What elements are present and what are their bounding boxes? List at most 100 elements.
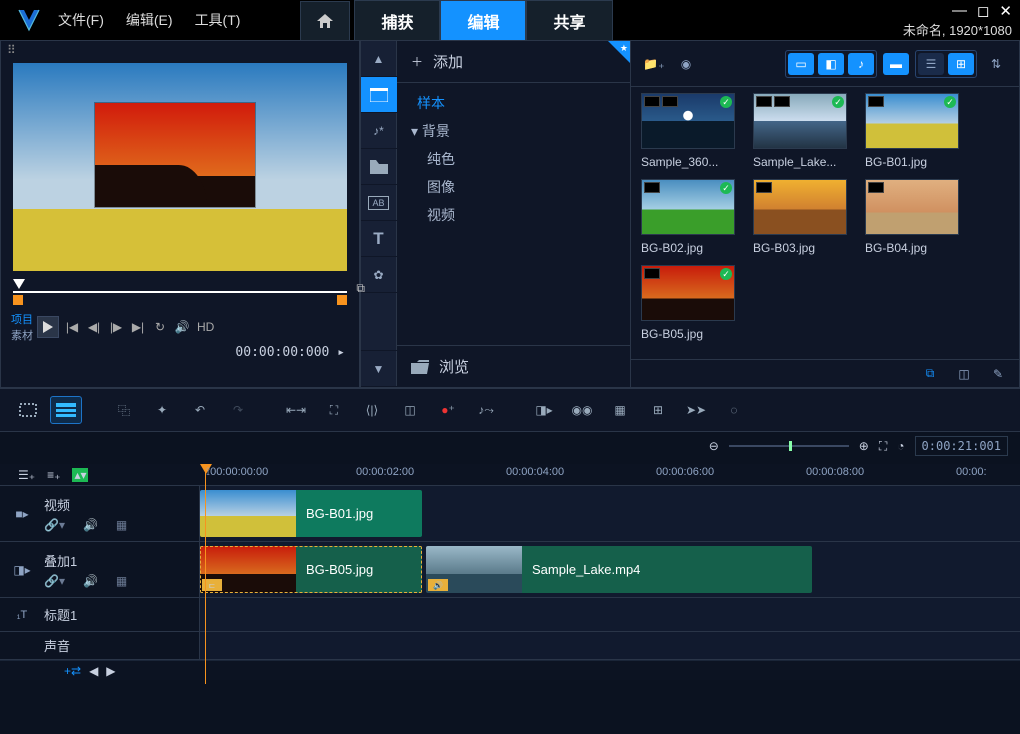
mode-clip-label[interactable]: 素材 <box>11 327 33 343</box>
scroll-up-icon[interactable]: ▲ <box>361 41 397 77</box>
preview-timecode[interactable]: 00:00:00:000 ▸ <box>1 345 359 368</box>
thumb[interactable]: ✓BG-B05.jpg <box>641 265 735 341</box>
tracking-icon[interactable]: ◌ <box>718 396 750 424</box>
tab-capture[interactable]: 捕获 <box>354 0 440 40</box>
link-icon[interactable]: 🔗▾ <box>44 518 65 532</box>
timeline-hscroll[interactable]: +⇄ ◀ ▶ <box>0 660 1020 680</box>
thumb[interactable]: ✓BG-B02.jpg <box>641 179 735 255</box>
tree-solid[interactable]: 纯色 <box>411 145 616 173</box>
zoom-in-icon[interactable]: ⊕ <box>859 439 869 453</box>
text-tab-icon[interactable]: T <box>361 221 397 257</box>
tools-icon[interactable]: ✦ <box>146 396 178 424</box>
color-icon[interactable]: ◉◉ <box>566 396 598 424</box>
crop-tool-icon[interactable]: ◫ <box>394 396 426 424</box>
dual-view-icon[interactable]: ◫ <box>951 363 977 385</box>
thumb[interactable]: BG-B04.jpg <box>865 179 959 255</box>
clip-o1[interactable]: BG-B05.jpg ⊏ <box>200 546 422 593</box>
thumb[interactable]: BG-B03.jpg <box>753 179 847 255</box>
add-track-icon[interactable]: +⇄ <box>64 664 81 678</box>
chapter-icon[interactable]: ▦ <box>604 396 636 424</box>
pan-zoom-icon[interactable]: ⛶ <box>318 396 350 424</box>
track-options-icon[interactable]: ☰₊ <box>18 468 35 482</box>
scroll-right-icon[interactable]: ▶ <box>106 664 115 678</box>
copy-attrs-icon[interactable]: ⿻ <box>108 396 140 424</box>
thumb[interactable]: ✓Sample_360... <box>641 93 735 169</box>
tree-image[interactable]: 图像 <box>411 173 616 201</box>
link-icon[interactable]: 🔗▾ <box>44 574 65 588</box>
duration-icon[interactable]: ◔ <box>897 439 904 453</box>
storyboard-toggle-icon[interactable]: ⧉ <box>917 363 943 385</box>
quality-label[interactable]: HD <box>197 320 214 334</box>
maximize-icon[interactable]: ◻ <box>977 2 989 20</box>
speed-icon[interactable]: ➤➤ <box>680 396 712 424</box>
close-icon[interactable]: ✕ <box>999 2 1012 20</box>
zoom-out-icon[interactable]: ⊖ <box>709 439 719 453</box>
marker-add-icon[interactable]: ▴▾ <box>72 468 88 482</box>
timeline-view-icon[interactable] <box>50 396 82 424</box>
filter-video-icon[interactable]: ▭ <box>788 53 814 75</box>
titles-tab-icon[interactable]: AB <box>361 185 397 221</box>
view-list-icon[interactable]: ☰ <box>918 53 944 75</box>
menu-file[interactable]: 文件(F) <box>58 10 104 30</box>
fit-icon[interactable]: ⇤⇥ <box>280 396 312 424</box>
menu-tools[interactable]: 工具(T) <box>195 10 241 30</box>
play-button[interactable] <box>37 316 59 338</box>
minimize-icon[interactable]: — <box>952 2 967 20</box>
step-fwd-button[interactable]: |▶ <box>107 320 125 334</box>
mute-icon[interactable]: 🔊 <box>83 518 98 532</box>
panel-grip-icon[interactable]: ⠿ <box>1 41 359 59</box>
undo-icon[interactable]: ↶ <box>184 396 216 424</box>
track-expand-icon[interactable]: ≡₊ <box>47 468 60 482</box>
loop-button[interactable]: ↻ <box>151 320 169 334</box>
fx-icon[interactable]: ▦ <box>116 574 127 588</box>
subtitle-icon[interactable]: ⊞ <box>642 396 674 424</box>
tree-background[interactable]: ▾ 背景 <box>411 117 616 145</box>
audio-ducking-icon[interactable]: ♪⤳ <box>470 396 502 424</box>
edit-options-icon[interactable]: ✎ <box>985 363 1011 385</box>
effects-tab-icon[interactable]: ✿ <box>361 257 397 293</box>
mode-project-label[interactable]: 项目 <box>11 311 33 327</box>
capture-icon[interactable]: ◉ <box>673 53 699 75</box>
thumb[interactable]: ✓BG-B01.jpg <box>865 93 959 169</box>
add-media-button[interactable]: ＋ 添加 <box>397 41 630 83</box>
video-track-icon[interactable]: ■▸ <box>0 507 44 521</box>
preview-scrubber[interactable]: ⧉ <box>13 281 347 297</box>
fit-window-icon[interactable]: ⛶ <box>879 439 887 454</box>
motion-icon[interactable]: ◨▸ <box>528 396 560 424</box>
sort-icon[interactable]: ⇅ <box>983 53 1009 75</box>
scroll-left-icon[interactable]: ◀ <box>89 664 98 678</box>
home-button[interactable] <box>300 1 350 40</box>
tab-edit[interactable]: 编辑 <box>440 0 526 40</box>
tree-sample[interactable]: 样本 <box>411 89 616 117</box>
filter-all-icon[interactable]: ▬ <box>883 53 909 75</box>
redo-icon[interactable]: ↷ <box>222 396 254 424</box>
zoom-slider[interactable] <box>729 445 849 447</box>
split-icon[interactable]: ⟨|⟩ <box>356 396 388 424</box>
transitions-tab-icon[interactable] <box>361 149 397 185</box>
scroll-down-icon[interactable]: ▼ <box>361 351 397 387</box>
go-end-button[interactable]: ▶| <box>129 320 147 334</box>
import-folder-icon[interactable]: 📁₊ <box>641 53 667 75</box>
thumb[interactable]: ✓Sample_Lake... <box>753 93 847 169</box>
tab-share[interactable]: 共享 <box>526 0 612 40</box>
go-start-button[interactable]: |◀ <box>63 320 81 334</box>
mute-icon[interactable]: 🔊 <box>83 574 98 588</box>
preview-canvas[interactable] <box>13 63 347 271</box>
project-duration[interactable]: 0:00:21:001 <box>915 436 1008 456</box>
volume-button[interactable]: 🔊 <box>173 320 191 334</box>
fx-icon[interactable]: ▦ <box>116 518 127 532</box>
overlay-track-icon[interactable]: ◨▸ <box>0 563 44 577</box>
audio-tab-icon[interactable]: ♪* <box>361 113 397 149</box>
clip-v1[interactable]: BG-B01.jpg <box>200 490 422 537</box>
view-grid-icon[interactable]: ⊞ <box>948 53 974 75</box>
step-back-button[interactable]: ◀| <box>85 320 103 334</box>
browse-button[interactable]: 浏览 <box>397 345 630 387</box>
record-icon[interactable]: ●⁺ <box>432 396 464 424</box>
pin-icon[interactable] <box>608 41 630 63</box>
menu-edit[interactable]: 编辑(E) <box>126 10 173 30</box>
crop-icon[interactable]: ⧉ <box>356 281 365 296</box>
tree-video[interactable]: 视频 <box>411 201 616 229</box>
filter-audio-icon[interactable]: ♪ <box>848 53 874 75</box>
time-ruler[interactable]: ⟟00:00:00:0000:00:02:0000:00:04:0000:00:… <box>200 464 1020 485</box>
storyboard-view-icon[interactable] <box>12 396 44 424</box>
